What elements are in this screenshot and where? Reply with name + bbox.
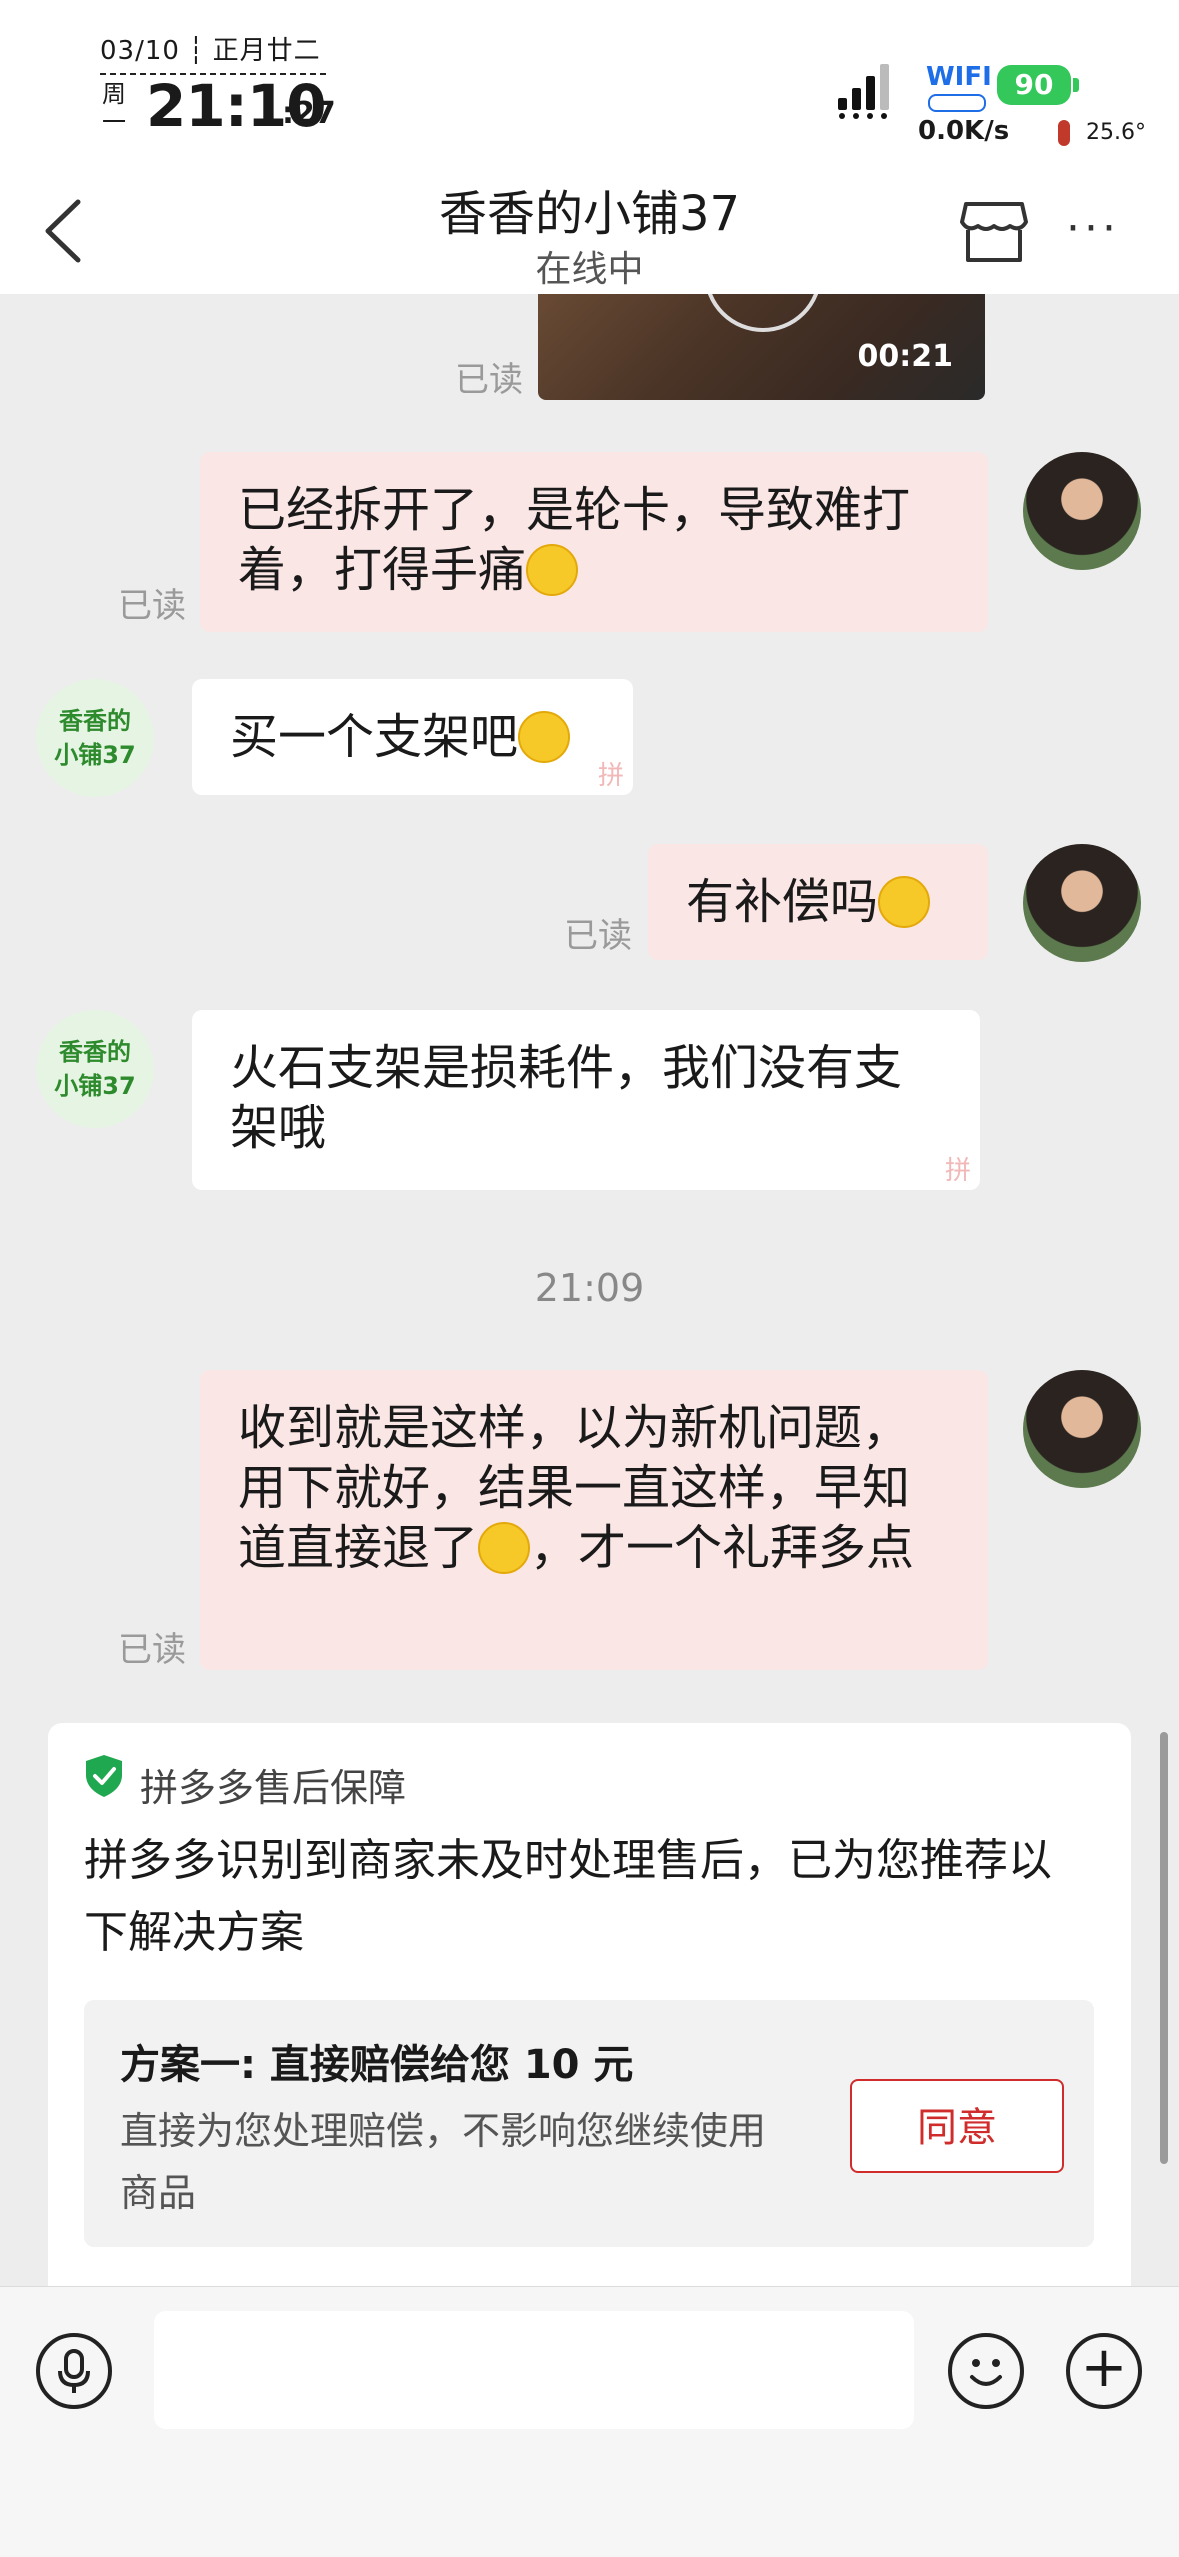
temperature-text: 25.6° [1086, 120, 1146, 145]
smiley-glyph [970, 2359, 1002, 2386]
plan-one-title: 方案一: 直接赔偿给您 10 元 [120, 2042, 634, 2088]
video-duration: 00:21 [857, 339, 954, 374]
clock-seconds: :27 [282, 96, 336, 131]
weekday-text: 周一 [102, 80, 126, 136]
pinduoduo-stamp-icon: 拼 [597, 761, 624, 791]
wifi-icon: WIFI [926, 62, 992, 92]
read-receipt: 已读 [564, 916, 632, 956]
input-bar: + [0, 2286, 1179, 2557]
avatar[interactable] [1023, 452, 1141, 570]
shop-avatar[interactable]: 香香的 小铺37 [36, 679, 154, 797]
message-text-tail: ，才一个礼拜多点 [530, 1520, 915, 1576]
crying-laughing-emoji [478, 1522, 531, 1574]
date-text: 03/10 [100, 36, 180, 66]
card-message: 拼多多识别到商家未及时处理售后，已为您推荐以下解决方案 [84, 1835, 1052, 1958]
microphone-glyph [58, 2349, 90, 2393]
chat-timestamp: 21:09 [534, 1266, 645, 1310]
chat-header: 香香的小铺37 在线中 ··· [0, 170, 1179, 294]
smiley-icon[interactable] [948, 2333, 1024, 2409]
message-text: 火石支架是损耗件，我们没有支架哦 [230, 1040, 903, 1156]
message-input[interactable] [154, 2311, 914, 2429]
message-bubble-incoming[interactable]: 买一个支架吧 [192, 679, 633, 795]
card-title: 拼多多售后保障 [140, 1766, 407, 1810]
video-message[interactable]: 00:21 [538, 294, 985, 400]
avatar[interactable] [1023, 844, 1141, 962]
shop-avatar-text: 香香的 小铺37 [54, 1038, 136, 1100]
more-dots-icon[interactable]: ··· [1066, 207, 1130, 251]
plan-one-panel: 方案一: 直接赔偿给您 10 元 直接为您处理赔偿，不影响您继续使用商品 同意 [84, 2000, 1094, 2247]
read-receipt: 已读 [118, 586, 186, 626]
avatar[interactable] [1023, 1370, 1141, 1488]
wifi-dots-icon [928, 94, 986, 112]
crying-laughing-emoji [878, 876, 931, 928]
battery-icon: 90 [997, 65, 1071, 105]
thermometer-icon [1058, 120, 1070, 146]
shop-avatar-text: 香香的 小铺37 [54, 707, 136, 769]
lunar-date-text: 正月廿二 [212, 36, 321, 66]
message-bubble-outgoing[interactable]: 有补偿吗 [648, 844, 988, 960]
message-text: 买一个支架吧 [230, 709, 519, 765]
status-bar: 03/10 ┆ 正月廿二 周一 21:10 :27 WIFI 90 0.0K/s 2… [0, 0, 1179, 170]
scrollbar[interactable] [1160, 1732, 1168, 2164]
status-date: 03/10 ┆ 正月廿二 [100, 30, 326, 75]
message-bubble-outgoing[interactable]: 收到就是这样，以为新机问题，用下就好，结果一直这样，早知道直接退了 ，才一个礼拜多… [200, 1370, 988, 1670]
message-text: 有补偿吗 [686, 874, 879, 930]
crying-laughing-emoji [526, 544, 579, 596]
agree-button[interactable]: 同意 [850, 2079, 1064, 2173]
battery-tip [1073, 78, 1079, 92]
network-speed: 0.0K/s [918, 116, 1010, 146]
signal-icon [838, 64, 889, 119]
crying-laughing-emoji [518, 711, 571, 763]
after-sale-guarantee-card: 拼多多售后保障 拼多多识别到商家未及时处理售后，已为您推荐以下解决方案 方案一:… [48, 1723, 1131, 2323]
pinduoduo-stamp-icon: 拼 [944, 1156, 971, 1186]
message-bubble-incoming[interactable]: 火石支架是损耗件，我们没有支架哦 [192, 1010, 980, 1190]
shop-avatar[interactable]: 香香的 小铺37 [36, 1010, 154, 1128]
shield-check-icon [86, 1755, 122, 1797]
read-receipt: 已读 [118, 1630, 186, 1670]
message-bubble-outgoing[interactable]: 已经拆开了，是轮卡，导致难打着，打得手痛 [200, 452, 988, 632]
plus-icon[interactable]: + [1066, 2333, 1142, 2409]
microphone-icon[interactable] [36, 2333, 112, 2409]
read-receipt: 已读 [455, 360, 523, 400]
store-icon[interactable] [958, 198, 1030, 266]
play-icon[interactable] [704, 294, 822, 332]
plan-one-description: 直接为您处理赔偿，不影响您继续使用商品 [120, 2109, 767, 2215]
